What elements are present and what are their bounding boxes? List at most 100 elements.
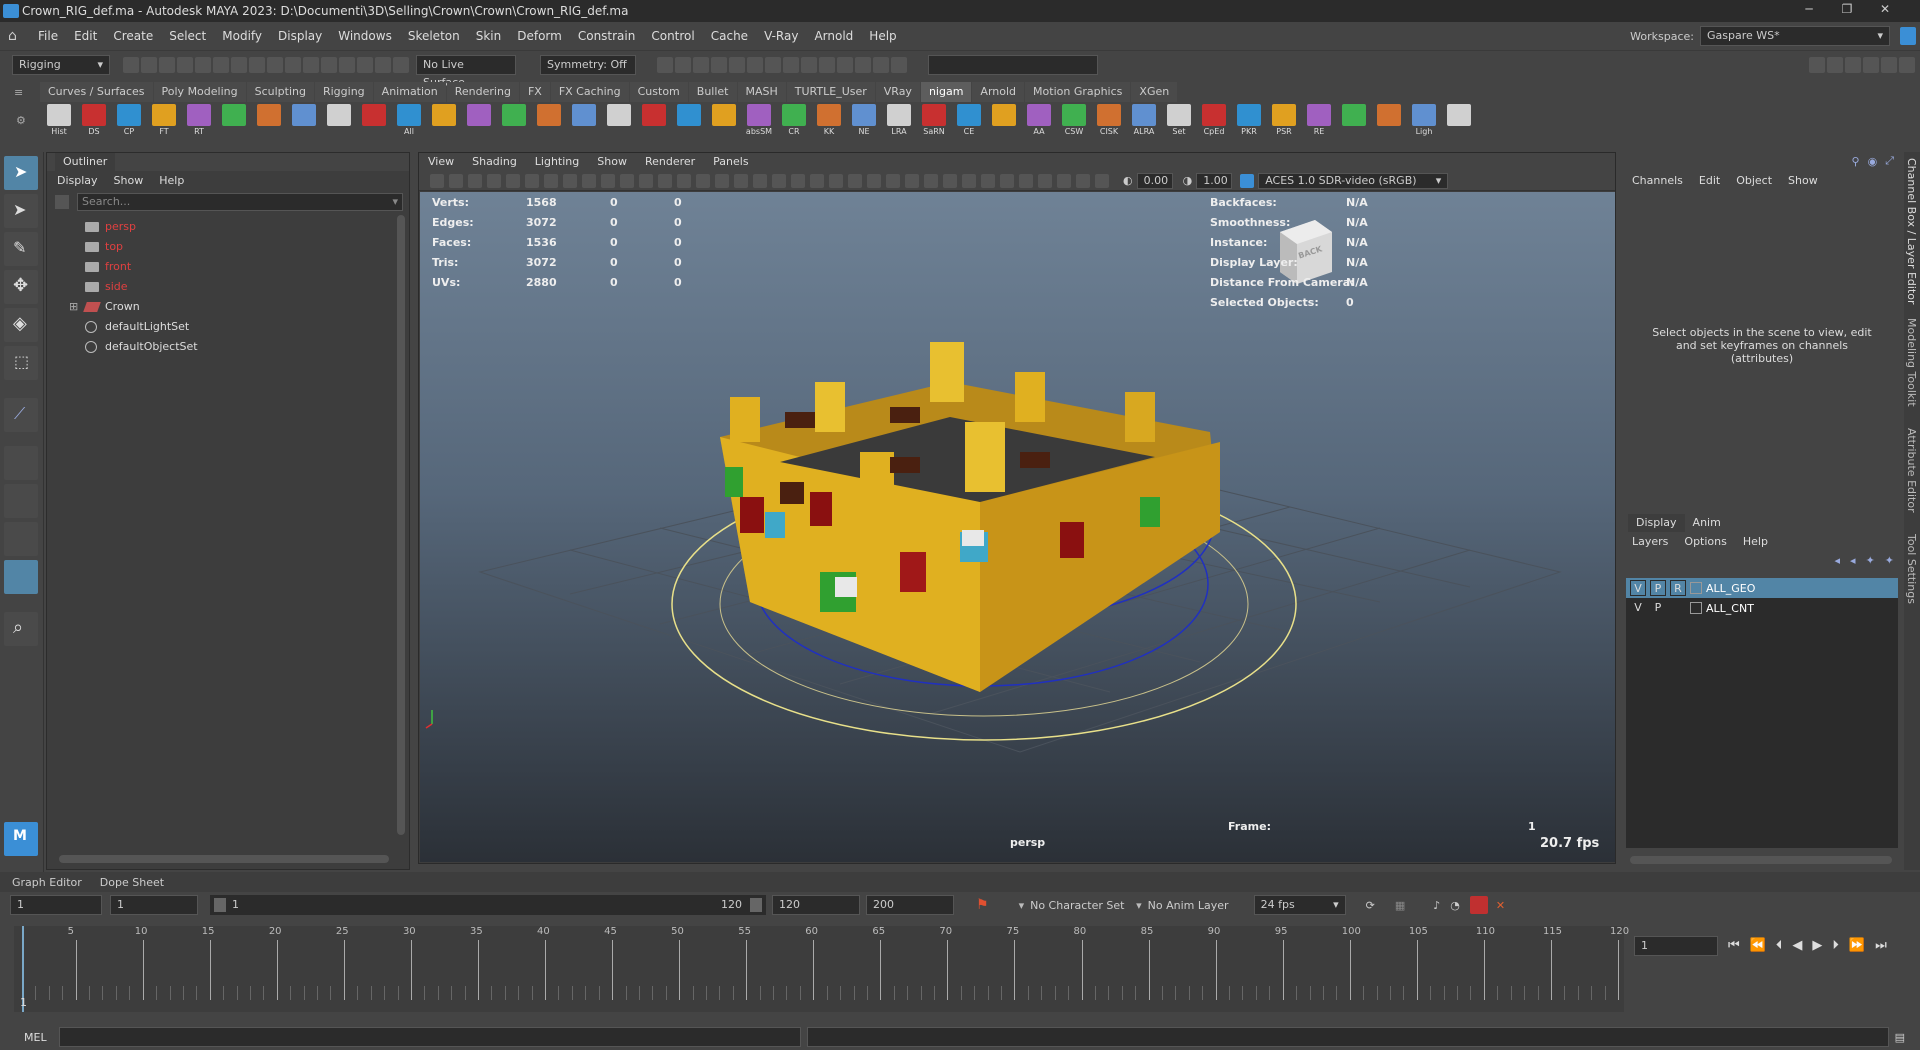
paint-select-tool-icon[interactable]: ✎ bbox=[4, 232, 38, 266]
status-tool-icon[interactable] bbox=[141, 56, 157, 73]
shelf-button-lra[interactable]: LRA bbox=[884, 104, 914, 140]
layer-r-toggle[interactable] bbox=[1670, 600, 1686, 616]
layer-v-toggle[interactable]: V bbox=[1630, 600, 1646, 616]
viewport-menu-shading[interactable]: Shading bbox=[463, 153, 526, 171]
step-back-key-icon[interactable]: ⏪ bbox=[1750, 938, 1766, 953]
shelf-button-ne[interactable]: NE bbox=[849, 104, 879, 140]
mel-input[interactable] bbox=[58, 1027, 801, 1047]
viewport-tool-icon[interactable] bbox=[430, 173, 444, 188]
layer-row-all-geo[interactable]: V P R ALL_GEO bbox=[1626, 578, 1898, 598]
shelf-button-tool-14[interactable] bbox=[534, 104, 564, 140]
shelf-tab-nigam[interactable]: nigam bbox=[920, 82, 972, 102]
fps-dropdown[interactable]: 24 fps ▾ bbox=[1253, 895, 1346, 915]
move-layer-down-icon[interactable]: ◂ bbox=[1850, 554, 1856, 567]
layer-horizontal-scrollbar[interactable] bbox=[1630, 856, 1892, 864]
search-icon[interactable]: ⌕ bbox=[4, 612, 38, 646]
outliner-item-crown[interactable]: ⊞ Crown bbox=[47, 297, 409, 317]
go-to-start-icon[interactable]: ⏮ bbox=[1728, 938, 1740, 953]
exposure-icon[interactable]: ◐ bbox=[1123, 174, 1133, 187]
four-view-layout-icon[interactable] bbox=[4, 484, 38, 518]
side-tab-tool-settings[interactable]: Tool Settings bbox=[1905, 534, 1918, 604]
status-tool-icon[interactable] bbox=[819, 56, 835, 73]
outliner-item-side[interactable]: side bbox=[47, 277, 409, 297]
shelf-button-abssm[interactable]: absSM bbox=[744, 104, 774, 140]
status-tool-icon[interactable] bbox=[783, 56, 799, 73]
view-transform-dropdown[interactable]: ACES 1.0 SDR-video (sRGB) ▾ bbox=[1258, 172, 1449, 189]
shelf-button-tool-18[interactable] bbox=[674, 104, 704, 140]
channel-box-icon-3[interactable]: ⤢ bbox=[1885, 154, 1894, 168]
auto-key-icon[interactable]: ⚑ bbox=[976, 897, 989, 913]
shelf-button-ligh[interactable]: Ligh bbox=[1409, 104, 1439, 140]
playback-end-field[interactable]: 120 bbox=[772, 895, 860, 915]
status-tool-icon[interactable] bbox=[267, 56, 283, 73]
viewport-tool-icon[interactable] bbox=[601, 173, 615, 188]
menu-set-dropdown[interactable]: Rigging ▾ bbox=[12, 54, 110, 75]
viewport-tool-icon[interactable] bbox=[867, 173, 881, 188]
shelf-tab-fx[interactable]: FX bbox=[519, 82, 550, 102]
viewport-tool-icon[interactable] bbox=[753, 173, 767, 188]
channel-box-menu-edit[interactable]: Edit bbox=[1699, 174, 1720, 187]
play-forward-icon[interactable]: ▶ bbox=[1812, 938, 1822, 953]
outliner-filter-icon[interactable] bbox=[55, 195, 69, 209]
viewport-menu-show[interactable]: Show bbox=[588, 153, 636, 171]
outliner-item-top[interactable]: top bbox=[47, 237, 409, 257]
viewport-tool-icon[interactable] bbox=[715, 173, 729, 188]
menu-skin[interactable]: Skin bbox=[468, 22, 510, 50]
shelf-button-cr[interactable]: CR bbox=[779, 104, 809, 140]
menu-create[interactable]: Create bbox=[105, 22, 161, 50]
new-layer-icon[interactable]: ✦ bbox=[1866, 554, 1875, 567]
menu-constrain[interactable]: Constrain bbox=[570, 22, 644, 50]
outliner-menu-help[interactable]: Help bbox=[159, 174, 184, 187]
viewport-menu-panels[interactable]: Panels bbox=[704, 153, 757, 171]
anim-layer-dropdown-icon[interactable]: ▾ bbox=[1136, 899, 1142, 912]
viewport-tool-icon[interactable] bbox=[1000, 173, 1014, 188]
viewport-tool-icon[interactable] bbox=[468, 173, 482, 188]
channel-box-menu-object[interactable]: Object bbox=[1736, 174, 1772, 187]
live-surface-field[interactable]: No Live Surface bbox=[416, 54, 516, 89]
menu-file[interactable]: File bbox=[30, 22, 66, 50]
shelf-tab-fx-caching[interactable]: FX Caching bbox=[550, 82, 629, 102]
status-tool-icon[interactable] bbox=[1845, 56, 1861, 73]
viewport-tool-icon[interactable] bbox=[563, 173, 577, 188]
playback-options-icon[interactable]: ✕ bbox=[1496, 899, 1505, 912]
loop-icon[interactable]: ⟳ bbox=[1366, 899, 1375, 912]
status-tool-icon[interactable] bbox=[123, 56, 139, 73]
viewport-tool-icon[interactable] bbox=[1095, 173, 1109, 188]
layer-color-swatch[interactable] bbox=[1690, 582, 1702, 594]
workspace-dropdown[interactable]: Gaspare WS* ▾ bbox=[1700, 26, 1890, 46]
viewport-menu-view[interactable]: View bbox=[419, 153, 463, 171]
menu-skeleton[interactable]: Skeleton bbox=[400, 22, 468, 50]
status-tool-icon[interactable] bbox=[1881, 56, 1897, 73]
restore-icon[interactable]: ❐ bbox=[1832, 2, 1862, 20]
shelf-tab-bullet[interactable]: Bullet bbox=[688, 82, 737, 102]
status-tool-icon[interactable] bbox=[693, 56, 709, 73]
status-tool-icon[interactable] bbox=[837, 56, 853, 73]
shelf-tab-rendering[interactable]: Rendering bbox=[446, 82, 519, 102]
status-tool-icon[interactable] bbox=[747, 56, 763, 73]
outliner-vertical-scrollbar[interactable] bbox=[397, 215, 405, 835]
viewport-tool-icon[interactable] bbox=[582, 173, 596, 188]
viewport-tool-icon[interactable] bbox=[981, 173, 995, 188]
shelf-tab-vray[interactable]: VRay bbox=[875, 82, 920, 102]
outliner-menu-show[interactable]: Show bbox=[114, 174, 144, 187]
shelf-button-ds[interactable]: DS bbox=[79, 104, 109, 140]
mel-label[interactable]: MEL bbox=[24, 1031, 47, 1044]
shelf-button-sarn[interactable]: SaRN bbox=[919, 104, 949, 140]
shelf-settings-icon[interactable]: ⚙ bbox=[16, 114, 26, 127]
viewport-menu-lighting[interactable]: Lighting bbox=[526, 153, 588, 171]
shelf-button-psr[interactable]: PSR bbox=[1269, 104, 1299, 140]
animation-start-field[interactable]: 1 bbox=[10, 895, 102, 915]
shelf-button-tool-37[interactable] bbox=[1339, 104, 1369, 140]
status-tool-icon[interactable] bbox=[873, 56, 889, 73]
current-time-field[interactable]: 1 bbox=[1634, 936, 1718, 956]
last-tool-icon[interactable]: ⟋ bbox=[4, 398, 38, 432]
status-tool-icon[interactable] bbox=[1899, 56, 1915, 73]
move-tool-icon[interactable]: ✥ bbox=[4, 270, 38, 304]
side-tab-attribute-editor[interactable]: Attribute Editor bbox=[1905, 428, 1918, 513]
shelf-button-hist[interactable]: Hist bbox=[44, 104, 74, 140]
shelf-button-rt[interactable]: RT bbox=[184, 104, 214, 140]
shelf-tab-custom[interactable]: Custom bbox=[629, 82, 688, 102]
outliner-item-front[interactable]: front bbox=[47, 257, 409, 277]
expand-icon[interactable]: ⊞ bbox=[69, 297, 78, 317]
status-tool-icon[interactable] bbox=[729, 56, 745, 73]
